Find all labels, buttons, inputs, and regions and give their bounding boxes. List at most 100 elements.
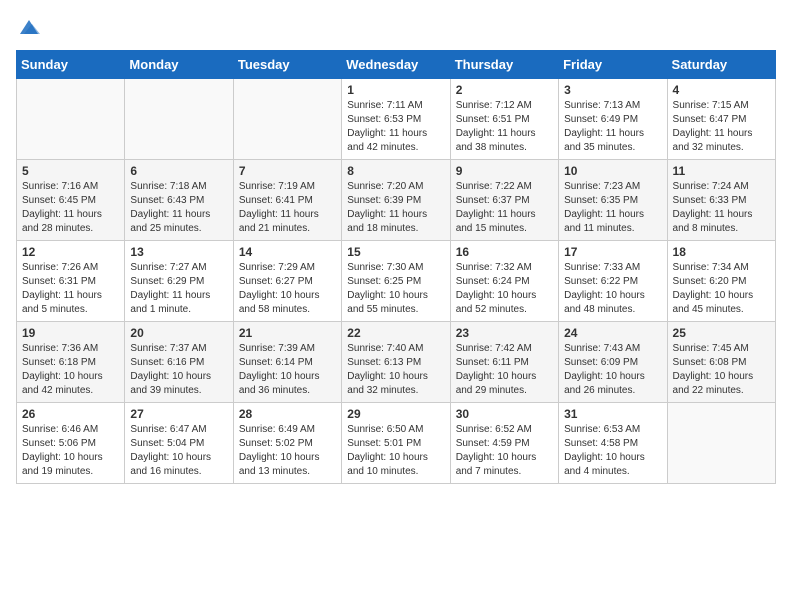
calendar-week-row: 19 Sunrise: 7:36 AMSunset: 6:18 PMDayligh…	[17, 322, 776, 403]
calendar-cell: 4 Sunrise: 7:15 AMSunset: 6:47 PMDaylight…	[667, 79, 775, 160]
day-info: Sunrise: 7:45 AMSunset: 6:08 PMDaylight:…	[673, 342, 770, 398]
calendar-cell	[233, 79, 341, 160]
day-number: 31	[564, 407, 661, 421]
day-number: 16	[456, 245, 553, 259]
day-of-week-header: Friday	[559, 51, 667, 79]
day-number: 24	[564, 326, 661, 340]
calendar-header-row: SundayMondayTuesdayWednesdayThursdayFrid…	[17, 51, 776, 79]
calendar-cell: 5 Sunrise: 7:16 AMSunset: 6:45 PMDaylight…	[17, 160, 125, 241]
calendar-table: SundayMondayTuesdayWednesdayThursdayFrid…	[16, 50, 776, 484]
day-number: 23	[456, 326, 553, 340]
day-info: Sunrise: 7:34 AMSunset: 6:20 PMDaylight:…	[673, 261, 770, 317]
calendar-cell: 9Sunrise: 7:22 AMSunset: 6:37 PMDaylight…	[450, 160, 558, 241]
day-info: Sunrise: 7:39 AMSunset: 6:14 PMDaylight:…	[239, 342, 336, 398]
day-info: Sunrise: 6:52 AMSunset: 4:59 PMDaylight:…	[456, 423, 553, 479]
day-number: 12	[22, 245, 119, 259]
day-number: 2	[456, 83, 553, 97]
day-info: Sunrise: 7:23 AMSunset: 6:35 PMDaylight:…	[564, 180, 661, 236]
day-of-week-header: Wednesday	[342, 51, 450, 79]
day-info: Sunrise: 7:42 AMSunset: 6:11 PMDaylight:…	[456, 342, 553, 398]
calendar-cell: 15 Sunrise: 7:30 AMSunset: 6:25 PMDayligh…	[342, 241, 450, 322]
day-info: Sunrise: 7:43 AMSunset: 6:09 PMDaylight:…	[564, 342, 661, 398]
day-of-week-header: Sunday	[17, 51, 125, 79]
day-number: 30	[456, 407, 553, 421]
day-number: 29	[347, 407, 444, 421]
calendar-week-row: 12Sunrise: 7:26 AMSunset: 6:31 PMDayligh…	[17, 241, 776, 322]
day-info: Sunrise: 7:22 AMSunset: 6:37 PMDaylight:…	[456, 180, 553, 236]
day-info: Sunrise: 7:29 AMSunset: 6:27 PMDaylight:…	[239, 261, 336, 317]
calendar-cell: 21 Sunrise: 7:39 AMSunset: 6:14 PMDayligh…	[233, 322, 341, 403]
page-header	[16, 16, 776, 38]
day-of-week-header: Saturday	[667, 51, 775, 79]
day-info: Sunrise: 7:30 AMSunset: 6:25 PMDaylight:…	[347, 261, 444, 317]
day-of-week-header: Tuesday	[233, 51, 341, 79]
day-number: 3	[564, 83, 661, 97]
calendar-cell: 27 Sunrise: 6:47 AMSunset: 5:04 PMDayligh…	[125, 403, 233, 484]
day-info: Sunrise: 7:24 AMSunset: 6:33 PMDaylight:…	[673, 180, 770, 236]
calendar-cell: 19 Sunrise: 7:36 AMSunset: 6:18 PMDayligh…	[17, 322, 125, 403]
day-info: Sunrise: 6:47 AMSunset: 5:04 PMDaylight:…	[130, 423, 227, 479]
calendar-cell: 29 Sunrise: 6:50 AMSunset: 5:01 PMDayligh…	[342, 403, 450, 484]
day-number: 18	[673, 245, 770, 259]
calendar-cell: 14 Sunrise: 7:29 AMSunset: 6:27 PMDayligh…	[233, 241, 341, 322]
day-info: Sunrise: 6:46 AMSunset: 5:06 PMDaylight:…	[22, 423, 119, 479]
calendar-week-row: 26 Sunrise: 6:46 AMSunset: 5:06 PMDayligh…	[17, 403, 776, 484]
day-number: 15	[347, 245, 444, 259]
calendar-cell: 30 Sunrise: 6:52 AMSunset: 4:59 PMDayligh…	[450, 403, 558, 484]
day-number: 22	[347, 326, 444, 340]
day-info: Sunrise: 7:12 AMSunset: 6:51 PMDaylight:…	[456, 99, 553, 155]
calendar-cell: 28Sunrise: 6:49 AMSunset: 5:02 PMDayligh…	[233, 403, 341, 484]
day-info: Sunrise: 7:27 AMSunset: 6:29 PMDaylight:…	[130, 261, 227, 317]
day-info: Sunrise: 7:37 AMSunset: 6:16 PMDaylight:…	[130, 342, 227, 398]
day-number: 17	[564, 245, 661, 259]
calendar-cell: 7Sunrise: 7:19 AMSunset: 6:41 PMDaylight…	[233, 160, 341, 241]
day-of-week-header: Monday	[125, 51, 233, 79]
day-number: 21	[239, 326, 336, 340]
logo	[16, 16, 40, 38]
calendar-cell: 24 Sunrise: 7:43 AMSunset: 6:09 PMDayligh…	[559, 322, 667, 403]
calendar-cell: 11 Sunrise: 7:24 AMSunset: 6:33 PMDayligh…	[667, 160, 775, 241]
calendar-cell: 13Sunrise: 7:27 AMSunset: 6:29 PMDayligh…	[125, 241, 233, 322]
calendar-cell: 1 Sunrise: 7:11 AMSunset: 6:53 PMDaylight…	[342, 79, 450, 160]
calendar-cell: 10 Sunrise: 7:23 AMSunset: 6:35 PMDayligh…	[559, 160, 667, 241]
day-number: 11	[673, 164, 770, 178]
day-number: 26	[22, 407, 119, 421]
calendar-cell: 8 Sunrise: 7:20 AMSunset: 6:39 PMDaylight…	[342, 160, 450, 241]
day-number: 27	[130, 407, 227, 421]
day-info: Sunrise: 6:50 AMSunset: 5:01 PMDaylight:…	[347, 423, 444, 479]
day-number: 1	[347, 83, 444, 97]
day-info: Sunrise: 7:15 AMSunset: 6:47 PMDaylight:…	[673, 99, 770, 155]
day-number: 8	[347, 164, 444, 178]
calendar-cell: 3Sunrise: 7:13 AMSunset: 6:49 PMDaylight…	[559, 79, 667, 160]
day-info: Sunrise: 7:18 AMSunset: 6:43 PMDaylight:…	[130, 180, 227, 236]
day-number: 20	[130, 326, 227, 340]
day-number: 6	[130, 164, 227, 178]
calendar-cell: 16 Sunrise: 7:32 AMSunset: 6:24 PMDayligh…	[450, 241, 558, 322]
day-info: Sunrise: 7:32 AMSunset: 6:24 PMDaylight:…	[456, 261, 553, 317]
calendar-week-row: 5 Sunrise: 7:16 AMSunset: 6:45 PMDaylight…	[17, 160, 776, 241]
calendar-cell: 2 Sunrise: 7:12 AMSunset: 6:51 PMDaylight…	[450, 79, 558, 160]
day-info: Sunrise: 7:16 AMSunset: 6:45 PMDaylight:…	[22, 180, 119, 236]
day-number: 5	[22, 164, 119, 178]
day-info: Sunrise: 6:53 AMSunset: 4:58 PMDaylight:…	[564, 423, 661, 479]
day-info: Sunrise: 7:11 AMSunset: 6:53 PMDaylight:…	[347, 99, 444, 155]
calendar-cell	[667, 403, 775, 484]
day-number: 10	[564, 164, 661, 178]
calendar-week-row: 1 Sunrise: 7:11 AMSunset: 6:53 PMDaylight…	[17, 79, 776, 160]
calendar-cell: 20 Sunrise: 7:37 AMSunset: 6:16 PMDayligh…	[125, 322, 233, 403]
calendar-cell: 23 Sunrise: 7:42 AMSunset: 6:11 PMDayligh…	[450, 322, 558, 403]
day-info: Sunrise: 7:20 AMSunset: 6:39 PMDaylight:…	[347, 180, 444, 236]
day-number: 19	[22, 326, 119, 340]
day-number: 14	[239, 245, 336, 259]
calendar-cell: 18 Sunrise: 7:34 AMSunset: 6:20 PMDayligh…	[667, 241, 775, 322]
calendar-cell	[17, 79, 125, 160]
calendar-cell: 6 Sunrise: 7:18 AMSunset: 6:43 PMDaylight…	[125, 160, 233, 241]
day-number: 28	[239, 407, 336, 421]
calendar-cell: 12Sunrise: 7:26 AMSunset: 6:31 PMDayligh…	[17, 241, 125, 322]
day-info: Sunrise: 7:36 AMSunset: 6:18 PMDaylight:…	[22, 342, 119, 398]
day-info: Sunrise: 7:19 AMSunset: 6:41 PMDaylight:…	[239, 180, 336, 236]
day-number: 4	[673, 83, 770, 97]
calendar-cell: 31 Sunrise: 6:53 AMSunset: 4:58 PMDayligh…	[559, 403, 667, 484]
day-number: 25	[673, 326, 770, 340]
calendar-cell: 25 Sunrise: 7:45 AMSunset: 6:08 PMDayligh…	[667, 322, 775, 403]
